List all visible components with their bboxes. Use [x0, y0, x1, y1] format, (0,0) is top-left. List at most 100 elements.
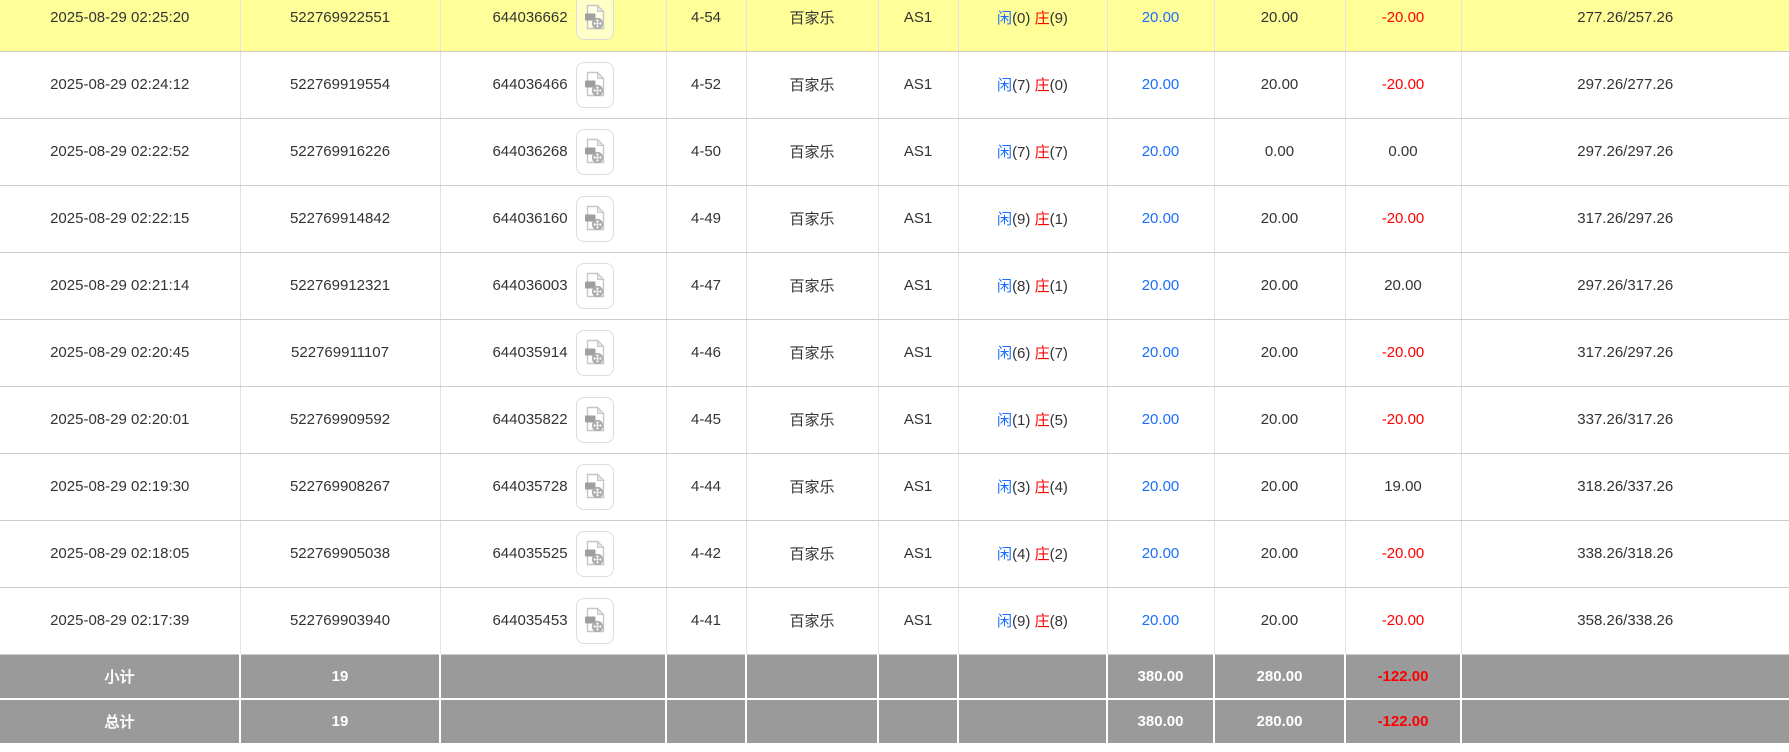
bet-amount: 20.00 [1107, 453, 1214, 520]
valid-amount: 20.00 [1214, 0, 1345, 51]
video-replay-button[interactable] [576, 196, 614, 242]
game-number: 644036662 [492, 9, 567, 26]
table-row[interactable]: 2025-08-29 02:19:30 522769908267 6440357… [0, 453, 1789, 520]
table-name: AS1 [878, 453, 958, 520]
table-row[interactable]: 2025-08-29 02:20:45 522769911107 6440359… [0, 319, 1789, 386]
bet-amount: 20.00 [1107, 185, 1214, 252]
video-icon [584, 71, 606, 98]
banker-label: 庄 [1035, 77, 1050, 94]
player-label: 闲 [997, 412, 1012, 429]
banker-score: (8) [1050, 613, 1068, 630]
game-type: 百家乐 [746, 453, 878, 520]
round-number: 4-42 [666, 520, 746, 587]
game-number-cell: 644036662 [440, 0, 666, 51]
video-replay-button[interactable] [576, 0, 614, 40]
video-icon [584, 607, 606, 634]
order-number: 522769905038 [240, 520, 440, 587]
player-label: 闲 [997, 613, 1012, 630]
game-number: 644035728 [492, 478, 567, 495]
table-row[interactable]: 2025-08-29 02:22:15 522769914842 6440361… [0, 185, 1789, 252]
player-score: (6) [1012, 345, 1030, 362]
bet-time: 2025-08-29 02:20:45 [0, 319, 240, 386]
summary-count: 19 [240, 699, 440, 744]
summary-row: 小计 19 380.00 280.00 -122.00 [0, 654, 1789, 699]
bet-time: 2025-08-29 02:17:39 [0, 587, 240, 654]
video-replay-button[interactable] [576, 531, 614, 577]
bet-amount: 20.00 [1107, 319, 1214, 386]
video-replay-button[interactable] [576, 330, 614, 376]
table-name: AS1 [878, 520, 958, 587]
table-row[interactable]: 2025-08-29 02:21:14 522769912321 6440360… [0, 252, 1789, 319]
video-replay-button[interactable] [576, 129, 614, 175]
balance: 277.26/257.26 [1461, 0, 1789, 51]
result-cell: 闲(0) 庄(9) [958, 0, 1107, 51]
banker-label: 庄 [1035, 278, 1050, 295]
bet-time: 2025-08-29 02:18:05 [0, 520, 240, 587]
video-replay-button[interactable] [576, 464, 614, 510]
table-row[interactable]: 2025-08-29 02:25:20 522769922551 6440366… [0, 0, 1789, 51]
table-row[interactable]: 2025-08-29 02:17:39 522769903940 6440354… [0, 587, 1789, 654]
bet-amount: 20.00 [1107, 587, 1214, 654]
result-cell: 闲(9) 庄(1) [958, 185, 1107, 252]
game-number: 644035822 [492, 411, 567, 428]
game-type: 百家乐 [746, 252, 878, 319]
table-row[interactable]: 2025-08-29 02:24:12 522769919554 6440364… [0, 51, 1789, 118]
bet-time: 2025-08-29 02:25:20 [0, 0, 240, 51]
order-number: 522769903940 [240, 587, 440, 654]
table-row[interactable]: 2025-08-29 02:20:01 522769909592 6440358… [0, 386, 1789, 453]
video-replay-button[interactable] [576, 397, 614, 443]
win-loss-amount: -20.00 [1345, 51, 1461, 118]
order-number: 522769922551 [240, 0, 440, 51]
win-loss-amount: -20.00 [1345, 0, 1461, 51]
game-number-cell: 644036160 [440, 185, 666, 252]
game-type: 百家乐 [746, 0, 878, 51]
banker-score: (4) [1050, 479, 1068, 496]
win-loss-amount: -20.00 [1345, 386, 1461, 453]
balance: 317.26/297.26 [1461, 185, 1789, 252]
round-number: 4-50 [666, 118, 746, 185]
result-cell: 闲(1) 庄(5) [958, 386, 1107, 453]
bet-amount: 20.00 [1107, 386, 1214, 453]
round-number: 4-41 [666, 587, 746, 654]
order-number: 522769908267 [240, 453, 440, 520]
summary-valid-total: 280.00 [1214, 699, 1345, 744]
result-cell: 闲(7) 庄(7) [958, 118, 1107, 185]
player-score: (3) [1012, 479, 1030, 496]
bet-amount: 20.00 [1107, 118, 1214, 185]
win-loss-amount: -20.00 [1345, 520, 1461, 587]
video-icon [584, 406, 606, 433]
game-number-cell: 644035453 [440, 587, 666, 654]
table-name: AS1 [878, 0, 958, 51]
table-name: AS1 [878, 118, 958, 185]
banker-label: 庄 [1035, 412, 1050, 429]
video-icon [584, 473, 606, 500]
table-row[interactable]: 2025-08-29 02:22:52 522769916226 6440362… [0, 118, 1789, 185]
result-cell: 闲(8) 庄(1) [958, 252, 1107, 319]
round-number: 4-47 [666, 252, 746, 319]
video-replay-button[interactable] [576, 62, 614, 108]
banker-score: (5) [1050, 412, 1068, 429]
game-number: 644035525 [492, 545, 567, 562]
balance: 317.26/297.26 [1461, 319, 1789, 386]
bet-history-view: 2025-08-29 02:25:20 522769922551 6440366… [0, 0, 1789, 752]
video-replay-button[interactable] [576, 263, 614, 309]
valid-amount: 20.00 [1214, 386, 1345, 453]
round-number: 4-54 [666, 0, 746, 51]
valid-amount: 20.00 [1214, 587, 1345, 654]
win-loss-amount: 0.00 [1345, 118, 1461, 185]
win-loss-amount: 20.00 [1345, 252, 1461, 319]
valid-amount: 20.00 [1214, 453, 1345, 520]
player-score: (8) [1012, 278, 1030, 295]
summary-bet-total: 380.00 [1107, 699, 1214, 744]
table-name: AS1 [878, 51, 958, 118]
game-type: 百家乐 [746, 587, 878, 654]
table-row[interactable]: 2025-08-29 02:18:05 522769905038 6440355… [0, 520, 1789, 587]
game-type: 百家乐 [746, 319, 878, 386]
win-loss-amount: 19.00 [1345, 453, 1461, 520]
video-replay-button[interactable] [576, 598, 614, 644]
banker-label: 庄 [1035, 546, 1050, 563]
game-number-cell: 644035525 [440, 520, 666, 587]
valid-amount: 0.00 [1214, 118, 1345, 185]
player-score: (4) [1012, 546, 1030, 563]
banker-label: 庄 [1035, 613, 1050, 630]
